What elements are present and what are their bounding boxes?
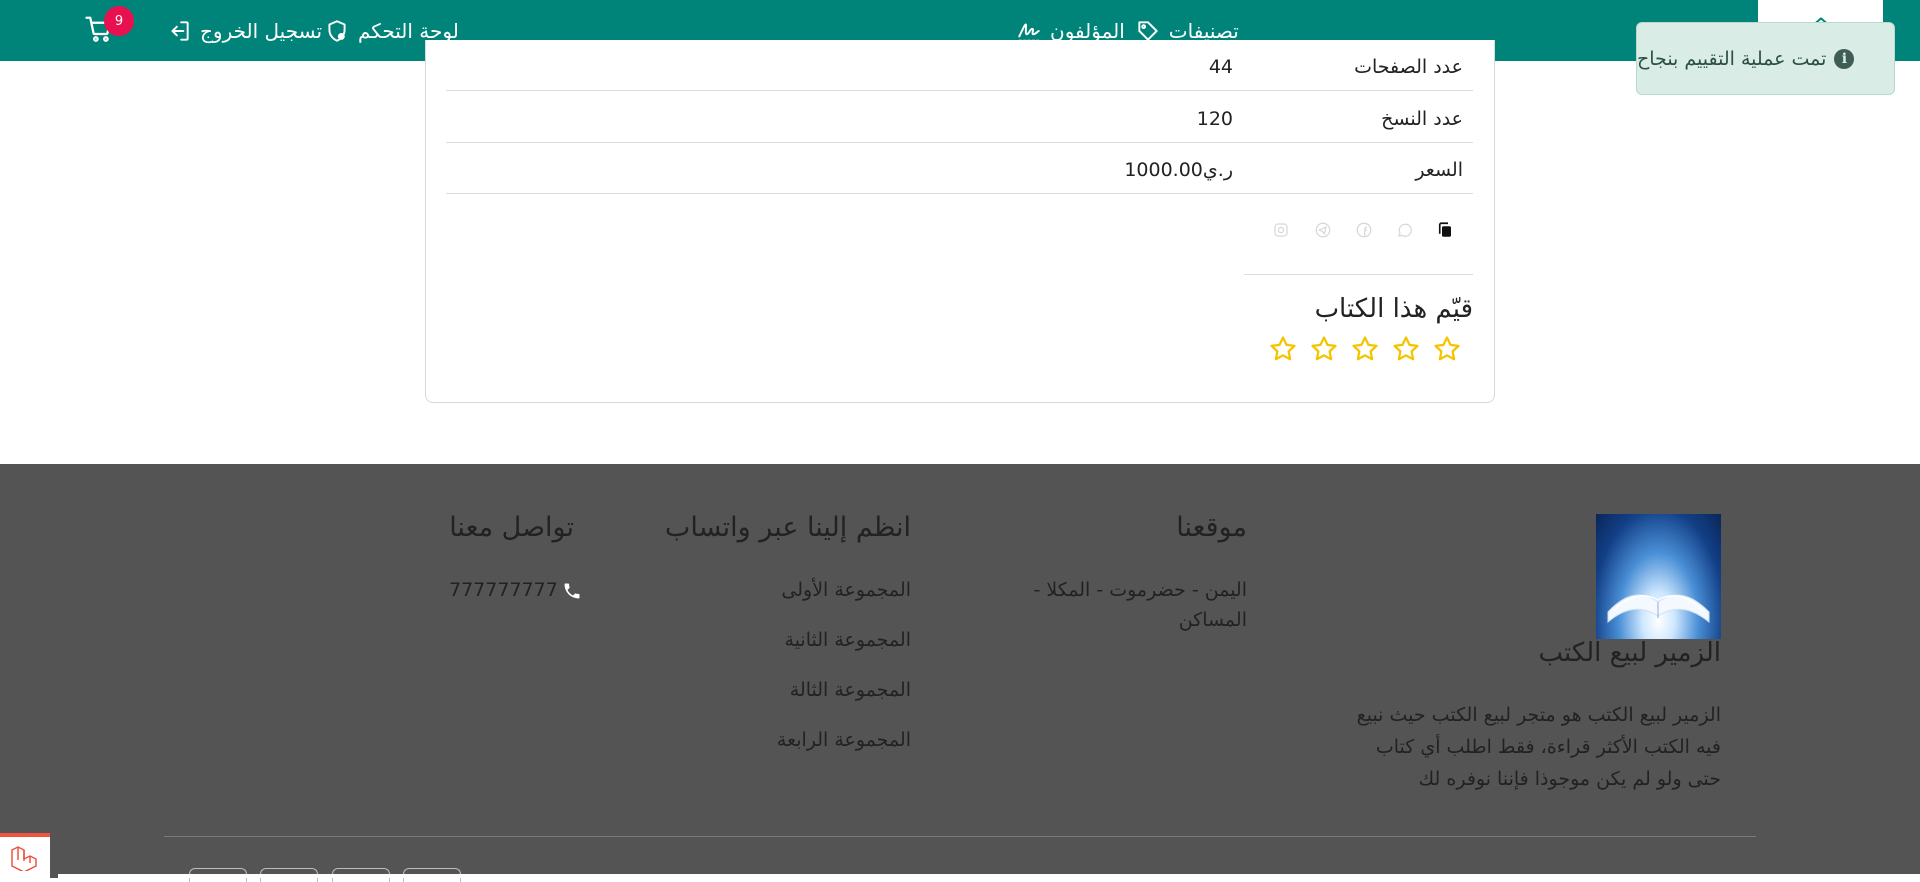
detail-label: عدد النسخ [1381, 108, 1463, 130]
telegram-icon [1315, 222, 1331, 238]
categories-label: تصنيفات [1168, 18, 1239, 43]
whatsapp-title: انظم إلينا عبر واتساب [664, 512, 911, 543]
detail-value: 1000.00ر.ي [1124, 159, 1233, 181]
about-line: حتى ولو لم يكن موجوذا فإننا نوفره لك [1418, 768, 1721, 790]
bottom-strip [58, 874, 1920, 878]
detail-value: 120 [1196, 108, 1233, 130]
star-icon[interactable] [1350, 334, 1380, 364]
detail-value: 44 [1208, 56, 1233, 78]
nav-right-group: تسجيل الخروج [166, 0, 322, 61]
authors-label: المؤلفون [1050, 18, 1125, 43]
whatsapp-group-link[interactable]: المجموعة الرابعة [777, 725, 911, 756]
star-icon[interactable] [1309, 334, 1339, 364]
about-line: الزمير لبيع الكتب هو متجر لبيع الكتب حيث… [1356, 704, 1721, 726]
whatsapp-group-link[interactable]: المجموعة الأولى [781, 575, 911, 606]
info-icon: i [1834, 48, 1855, 69]
brand-name: الزمير لبيع الكتب [1538, 638, 1721, 668]
open-book-icon [1607, 594, 1710, 624]
facebook-icon [1356, 222, 1372, 238]
phone-contact[interactable]: 777777777 [449, 575, 582, 606]
whatsapp-group-link[interactable]: المجموعة الثانية [785, 625, 911, 656]
location-title: موقعنا [1176, 512, 1247, 543]
location-line: اليمن - حضرموت - المكلا - [1033, 579, 1247, 601]
logout-icon [171, 20, 189, 41]
share-telegram-button[interactable] [1314, 216, 1332, 244]
share-facebook-button[interactable] [1355, 216, 1373, 244]
success-toast[interactable]: i تمت عملية التقييم بنجاح [1636, 22, 1895, 95]
star-icon[interactable] [1268, 334, 1298, 364]
detail-label: عدد الصفحات [1354, 56, 1463, 78]
detail-row-pages: عدد الصفحات 44 [446, 40, 1473, 91]
share-divider [1244, 274, 1473, 275]
instagram-icon [1274, 223, 1288, 237]
logout-link[interactable]: تسجيل الخروج [166, 18, 322, 44]
star-rating [1268, 334, 1462, 364]
detail-label: السعر [1415, 159, 1463, 181]
share-instagram-button[interactable] [1272, 216, 1290, 244]
rate-book-title: قيّم هذا الكتاب [1314, 294, 1473, 324]
debugbar-toggle[interactable] [0, 833, 50, 878]
location-line: المساكن [1178, 609, 1247, 631]
whatsapp-icon [1398, 223, 1412, 237]
logout-label: تسجيل الخروج [200, 18, 323, 43]
shield-lock-icon [328, 19, 346, 42]
copy-icon [1438, 222, 1451, 237]
phone-number: 777777777 [449, 579, 558, 601]
star-icon[interactable] [1432, 334, 1462, 364]
share-whatsapp-button[interactable] [1396, 216, 1414, 244]
copy-link-button[interactable] [1436, 216, 1454, 244]
detail-row-price: السعر 1000.00ر.ي [446, 143, 1473, 194]
detail-row-copies: عدد النسخ 120 [446, 92, 1473, 143]
laravel-icon [11, 845, 37, 871]
brand-logo-image [1596, 514, 1721, 639]
about-line: فيه الكتب الأكثر قراءة، فقط اطلب أي كتاب [1375, 736, 1721, 758]
cart-count-badge: 9 [104, 6, 134, 36]
dashboard-label: لوحة التحكم [358, 18, 459, 43]
contact-title: تواصل معنا [449, 512, 574, 543]
footer-divider [164, 836, 1756, 837]
toast-message: تمت عملية التقييم بنجاح [1637, 47, 1827, 70]
whatsapp-group-link[interactable]: المجموعة الثالة [790, 675, 911, 706]
phone-icon [564, 583, 580, 598]
star-icon[interactable] [1391, 334, 1421, 364]
